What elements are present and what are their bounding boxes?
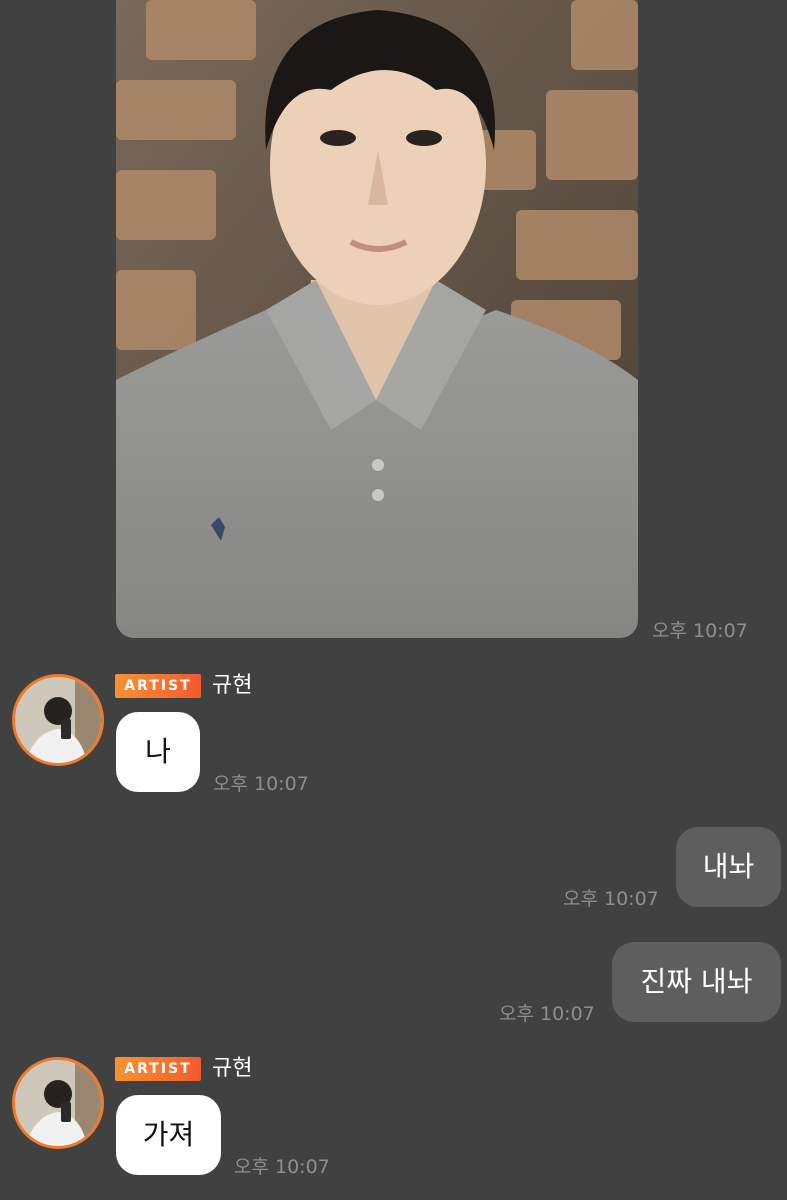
message-timestamp: 오후 10:07 [499,1003,595,1025]
message-timestamp: 오후 10:07 [234,1156,330,1178]
photo-message[interactable] [116,0,638,638]
artist-avatar[interactable] [12,1057,104,1149]
incoming-message-bubble[interactable]: 나 [116,712,200,792]
avatar-photo-icon [15,1060,101,1146]
avatar-photo-icon [15,677,101,763]
sender-name: 규현 [212,1056,253,1081]
message-timestamp: 오후 10:07 [213,773,309,795]
outgoing-message-bubble[interactable]: 내놔 [676,827,781,907]
message-timestamp: 오후 10:07 [563,888,659,910]
incoming-message-bubble[interactable]: 가져 [116,1095,221,1175]
artist-badge: ARTIST [115,674,201,698]
artist-avatar[interactable] [12,674,104,766]
sender-name: 규현 [212,673,253,698]
outgoing-message-bubble[interactable]: 진짜 내놔 [612,942,781,1022]
artist-badge: ARTIST [115,1057,201,1081]
selfie-photo [116,0,638,638]
message-timestamp: 오후 10:07 [652,620,748,642]
